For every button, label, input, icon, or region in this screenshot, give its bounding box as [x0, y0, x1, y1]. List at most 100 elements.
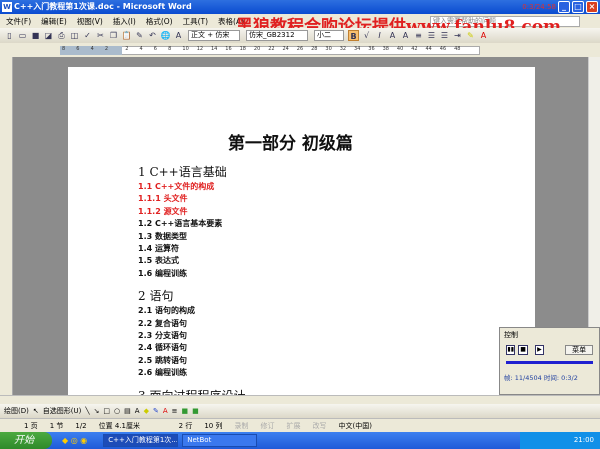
step-forward-icon[interactable]: ▶	[534, 345, 545, 355]
menu-format[interactable]: 格式(O)	[146, 16, 173, 27]
maximize-button[interactable]: □	[572, 1, 584, 13]
undo-icon[interactable]: ↶	[147, 30, 158, 41]
taskbar-item-netbot[interactable]: NetBot	[182, 434, 258, 447]
status-pages: 1/2	[75, 421, 87, 430]
stop-icon[interactable]: ■	[518, 345, 528, 355]
status-rec[interactable]: 录制	[228, 421, 254, 431]
format-painter-icon[interactable]: ✎	[134, 30, 145, 41]
system-tray: 21:00	[520, 432, 600, 449]
section-heading: 2 语句	[138, 289, 174, 304]
pause-icon[interactable]: ▮▮	[506, 345, 516, 355]
status-overtype[interactable]: 改写	[306, 421, 332, 431]
autoshape-menu[interactable]: 自选图形(U)	[43, 406, 82, 416]
horizontal-scrollbar[interactable]	[0, 395, 600, 404]
char-shading-icon[interactable]: A	[400, 30, 411, 41]
start-button[interactable]: 开始	[0, 432, 52, 449]
ruler-tick: 10	[182, 46, 189, 52]
menu-button[interactable]: 菜单	[565, 345, 594, 355]
equation-icon[interactable]: √	[361, 30, 372, 41]
status-line: 2 行	[178, 421, 193, 430]
draw-menu[interactable]: 绘图(D)	[4, 406, 29, 416]
indent-icon[interactable]: ⇥	[452, 30, 463, 41]
ruler-tick: 6	[153, 46, 157, 52]
status-page: 1 页	[24, 421, 38, 430]
word-icon: W	[2, 2, 12, 12]
ruler-tick: 14	[211, 46, 218, 52]
fill-color-icon[interactable]: ◆	[144, 407, 149, 415]
numbering-icon[interactable]: ☰	[426, 30, 437, 41]
line-style-icon[interactable]: ≡	[172, 407, 178, 415]
arrow-icon[interactable]: ↘	[94, 407, 100, 415]
textbox-icon[interactable]: ▤	[124, 407, 131, 415]
vertical-ruler	[0, 57, 13, 395]
spelling-icon[interactable]: ✓	[82, 30, 93, 41]
toc-item: 1.4 运算符	[138, 244, 179, 253]
ruler-tick: 20	[253, 46, 261, 52]
highlight-icon[interactable]: ✎	[465, 30, 476, 41]
ruler-tick: 8	[168, 46, 172, 52]
playback-control-panel: 控制 ▮▮ ■ ▶ 菜单 帧: 11/4504 时间: 0:3/2	[499, 327, 600, 395]
status-bar: 1 页 1 节 1/2 位置 4.1厘米 2 行 10 列 录制 修订 扩展 改…	[0, 418, 600, 432]
select-pointer-icon[interactable]: ↖	[33, 407, 39, 415]
font-color-icon[interactable]: A	[478, 30, 489, 41]
control-title: 控制	[504, 331, 518, 339]
frame-info: 帧: 11/4504 时间: 0:3/2	[504, 374, 578, 382]
style-select[interactable]: 正文 + 仿宋	[188, 30, 240, 41]
section-heading: 3 面向过程程序设计	[138, 387, 245, 395]
preview-icon[interactable]: ◫	[69, 30, 80, 41]
open-icon[interactable]: ▭	[17, 30, 28, 41]
char-border-icon[interactable]: A	[387, 30, 398, 41]
menu-insert[interactable]: 插入(I)	[113, 16, 136, 27]
shadow-icon[interactable]: ■	[182, 407, 189, 415]
styles-icon[interactable]: A	[173, 30, 184, 41]
ruler-tick: 4	[90, 46, 94, 52]
status-extend[interactable]: 扩展	[280, 421, 306, 431]
permission-icon[interactable]: ◪	[43, 30, 54, 41]
ruler-tick: 36	[368, 46, 375, 52]
section-heading: 1 C++语言基础	[138, 165, 227, 179]
new-icon[interactable]: ▯	[4, 30, 15, 41]
bold-button[interactable]: B	[348, 30, 359, 41]
paste-icon[interactable]: 📋	[121, 30, 132, 41]
menu-edit[interactable]: 编辑(E)	[41, 16, 67, 27]
line-color-icon[interactable]: ✎	[153, 407, 159, 415]
size-select[interactable]: 小二	[314, 30, 344, 41]
ruler-tick: 26	[296, 46, 304, 52]
close-button[interactable]: ×	[586, 1, 598, 13]
align-icon[interactable]: ≡	[413, 30, 424, 41]
status-track[interactable]: 修订	[254, 421, 280, 431]
rectangle-icon[interactable]: □	[103, 407, 110, 415]
page[interactable]: 第一部分 初级篇 1 C++语言基础 1.1 C++文件的构成 1.1.1 头文件 1…	[68, 67, 535, 395]
italic-icon[interactable]: I	[374, 30, 385, 41]
ruler-tick: 18	[239, 46, 246, 52]
toc-item: 2.2 复合语句	[138, 318, 187, 328]
hyperlink-icon[interactable]: 🌐	[160, 30, 171, 41]
bullets-icon[interactable]: ☰	[439, 30, 450, 41]
wordart-icon[interactable]: A	[135, 407, 140, 415]
copy-icon[interactable]: ❐	[108, 30, 119, 41]
toc-item: 1.1.1 头文件	[138, 194, 188, 204]
status-section: 1 节	[49, 421, 64, 430]
progress-slider[interactable]	[506, 361, 593, 364]
ruler-tick: 2	[104, 46, 109, 52]
menu-tools[interactable]: 工具(T)	[183, 16, 208, 27]
ruler-tick: 6	[76, 46, 80, 52]
ruler-tick: 32	[339, 46, 347, 52]
line-icon[interactable]: ╲	[85, 407, 89, 415]
cut-icon[interactable]: ✂	[95, 30, 106, 41]
3d-icon[interactable]: ■	[192, 407, 199, 415]
menu-file[interactable]: 文件(F)	[6, 16, 31, 27]
font-color-icon[interactable]: A	[163, 407, 168, 415]
taskbar-item-word[interactable]: C++入门教程第1次...	[103, 434, 179, 447]
menu-view[interactable]: 视图(V)	[77, 16, 103, 27]
ruler-tick: 4	[139, 46, 143, 52]
clock: 21:00	[573, 436, 594, 444]
font-select[interactable]: 仿宋_GB2312	[246, 30, 308, 41]
print-icon[interactable]: ⎙	[56, 30, 67, 41]
ruler-tick: 22	[268, 46, 275, 52]
oval-icon[interactable]: ○	[114, 407, 120, 415]
window-title: C++入门教程第1次课.doc - Microsoft Word	[14, 2, 192, 11]
quicklaunch-icon[interactable]: ◆ ◎ ◉	[62, 436, 87, 445]
horizontal-ruler[interactable]: 8 6 4 2 2 4 6 8 10 12 14 16 18 20 22 24 26 28 30 32 34 36 38 40…	[0, 43, 600, 57]
save-icon[interactable]: ■	[30, 30, 41, 41]
